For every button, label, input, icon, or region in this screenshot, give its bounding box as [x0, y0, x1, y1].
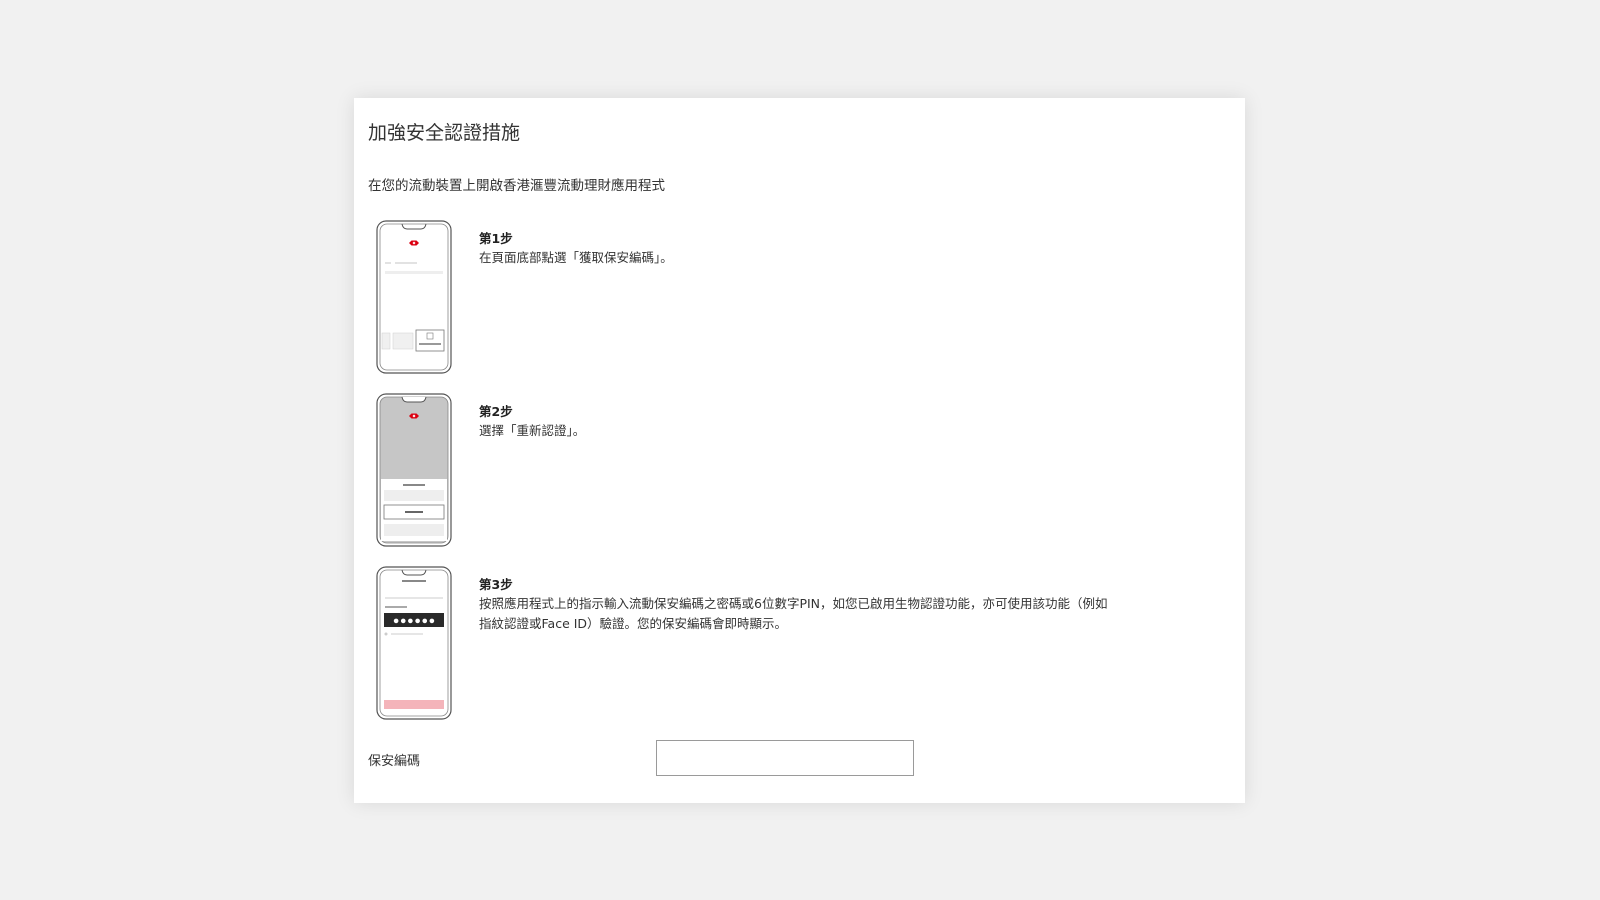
- page-title: 加強安全認證措施: [368, 122, 521, 144]
- step-3-text: 第3步 按照應用程式上的指示輸入流動保安編碼之密碼或6位數字PIN，如您已啟用生…: [479, 576, 1119, 634]
- step-1-label: 第1步: [479, 231, 513, 246]
- page-subtitle: 在您的流動裝置上開啟香港滙豐流動理財應用程式: [368, 178, 665, 194]
- security-code-label: 保安編碼: [368, 754, 421, 769]
- step-2-label: 第2步: [479, 404, 513, 419]
- step-1: 第1步 在頁面底部點選「獲取保安編碼」。: [354, 220, 1245, 380]
- phone-step3-pin-entry-icon: ● ● ● ● ● ●: [376, 566, 452, 720]
- svg-text:● ● ● ● ● ●: ● ● ● ● ● ●: [394, 618, 435, 625]
- step-3: ● ● ● ● ● ● 第3步 按照應用程式上的指示輸入流動保安編碼之密碼或6位…: [354, 566, 1245, 726]
- step-2: 第2步 選擇「重新認證」。: [354, 393, 1245, 553]
- phone-step1-home-screen-icon: [376, 220, 452, 374]
- security-card: 加強安全認證措施 在您的流動裝置上開啟香港滙豐流動理財應用程式 第1步 在頁面底…: [354, 98, 1245, 803]
- step-3-description: 按照應用程式上的指示輸入流動保安編碼之密碼或6位數字PIN，如您已啟用生物認證功…: [479, 596, 1108, 631]
- step-2-text: 第2步 選擇「重新認證」。: [479, 403, 1119, 441]
- step-1-description: 在頁面底部點選「獲取保安編碼」。: [479, 250, 673, 265]
- step-3-label: 第3步: [479, 577, 513, 592]
- step-1-text: 第1步 在頁面底部點選「獲取保安編碼」。: [479, 230, 1119, 268]
- security-code-input[interactable]: [656, 740, 914, 776]
- step-2-description: 選擇「重新認證」。: [479, 423, 586, 438]
- phone-step2-reauth-menu-icon: [376, 393, 452, 547]
